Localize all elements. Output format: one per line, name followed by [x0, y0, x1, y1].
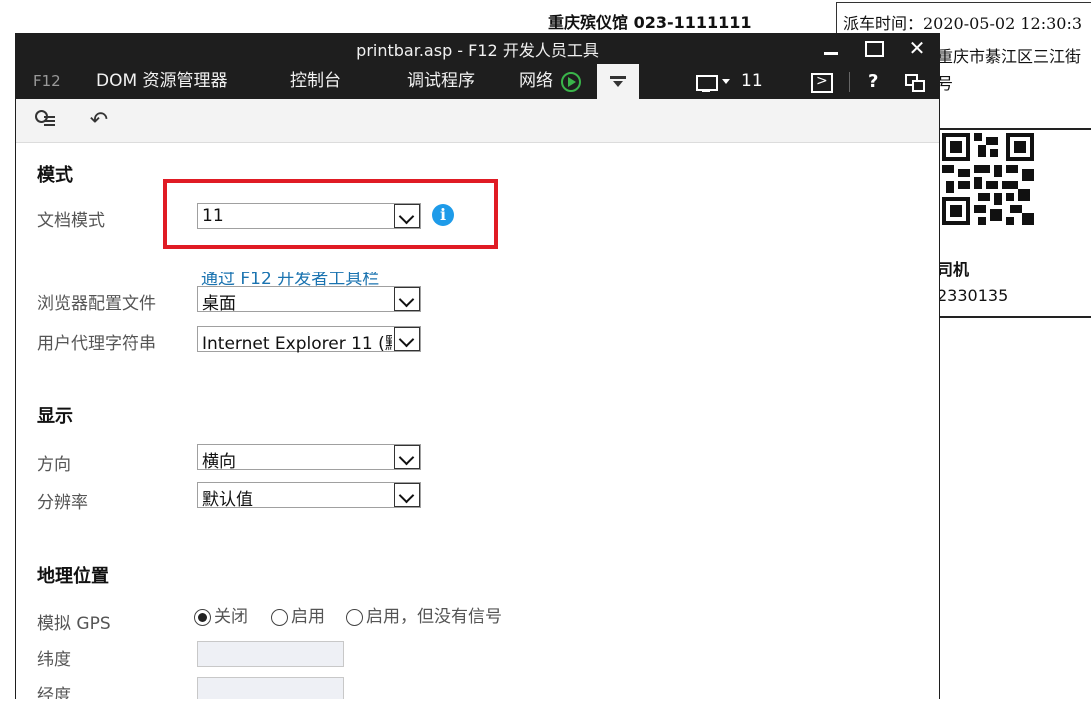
help-button[interactable]: ? [868, 64, 878, 99]
latitude-input[interactable] [197, 641, 344, 667]
orientation-label: 方向 [37, 455, 71, 475]
orientation-value: 横向 [202, 452, 236, 472]
simulate-gps-label: 模拟 GPS [37, 614, 111, 634]
section-mode: 模式 [37, 165, 73, 186]
driver-phone: 2330135 [937, 286, 1009, 305]
tab-network[interactable]: 网络 [519, 64, 553, 99]
minimize-icon [824, 52, 838, 55]
gps-option-label: 启用 [291, 607, 325, 627]
emulation-toolbar: ↶ [16, 99, 939, 143]
tool-tab-bar: F12 DOM 资源管理器 控制台 调试程序 网络 11 > ? [16, 64, 939, 99]
monitor-icon [696, 75, 718, 91]
section-geolocation: 地理位置 [37, 566, 109, 587]
driver-label: 司机 [937, 260, 970, 279]
tab-console[interactable]: 控制台 [290, 64, 341, 99]
maximize-button[interactable] [854, 33, 894, 64]
reset-to-defaults-button[interactable] [32, 109, 58, 133]
user-agent-select[interactable]: Internet Explorer 11 (默 [197, 326, 421, 354]
hint-text: 通过 F12 开发者工具栏 [201, 272, 380, 286]
window-title: printbar.asp - F12 开发人员工具 [356, 41, 599, 60]
monitor-stand [702, 90, 710, 92]
chevron-down-icon[interactable] [394, 327, 420, 351]
chevron-down-icon [722, 79, 730, 84]
prompt-icon: > [816, 73, 828, 89]
tab-debugger[interactable]: 调试程序 [407, 64, 475, 99]
browser-profile-label: 浏览器配置文件 [37, 294, 156, 314]
resolution-value: 默认值 [202, 490, 253, 510]
tab-dom-explorer[interactable]: DOM 资源管理器 [96, 64, 228, 99]
tab-overflow-icon [610, 76, 626, 88]
gps-option-label: 关闭 [214, 607, 248, 627]
maximize-icon [865, 41, 884, 57]
close-button[interactable]: ✕ [897, 33, 937, 64]
emulation-panel: 模式 文档模式 11 i 通过 F12 开发者工具栏 浏览器配置文件 桌面 用户… [16, 143, 939, 699]
resolution-select[interactable]: 默认值 [197, 482, 421, 510]
section-display: 显示 [37, 406, 73, 427]
longitude-input[interactable] [197, 677, 344, 699]
document-mode-badge: 11 [741, 71, 763, 91]
f12-devtools-window: printbar.asp - F12 开发人员工具 ✕ F12 DOM 资源管理… [15, 33, 940, 699]
highlight-annotation [163, 179, 498, 249]
radio-icon [271, 609, 288, 626]
dispatch-time: 派车时间：2020-05-02 12:30:3 [843, 14, 1083, 33]
chevron-down-icon[interactable] [394, 287, 420, 311]
list-icon [44, 116, 55, 118]
undo-button[interactable]: ↶ [86, 109, 112, 133]
network-play-icon[interactable] [561, 72, 581, 92]
f12-label: F12 [33, 72, 61, 90]
document-mode-hint: 通过 F12 开发者工具栏 [201, 272, 379, 286]
funeral-home-phone: 重庆殡仪馆 023-1111111 [548, 13, 752, 32]
user-agent-label: 用户代理字符串 [37, 334, 156, 354]
gps-option-label: 启用，但没有信号 [366, 607, 502, 627]
longitude-label: 经度 [37, 686, 71, 699]
radio-selected-icon [194, 609, 211, 626]
browser-profile-value: 桌面 [202, 294, 236, 314]
latitude-label: 纬度 [37, 650, 71, 670]
document-mode-label: 文档模式 [37, 211, 105, 231]
resolution-label: 分辨率 [37, 493, 88, 513]
chevron-down-icon[interactable] [394, 445, 420, 469]
minimize-button[interactable] [811, 33, 851, 64]
qr-code-icon [942, 133, 1034, 225]
tab-emulation[interactable] [597, 64, 639, 99]
browser-profile-select[interactable]: 桌面 [197, 286, 421, 314]
chevron-down-icon[interactable] [394, 483, 420, 507]
user-agent-value: Internet Explorer 11 (默 [202, 334, 392, 354]
dispatch-address: 重庆市綦江区三江街 [937, 47, 1082, 66]
divider [849, 72, 850, 92]
radio-icon [346, 609, 363, 626]
orientation-select[interactable]: 横向 [197, 444, 421, 472]
undock-icon-part [912, 80, 925, 92]
title-bar[interactable]: printbar.asp - F12 开发人员工具 ✕ [16, 33, 939, 64]
